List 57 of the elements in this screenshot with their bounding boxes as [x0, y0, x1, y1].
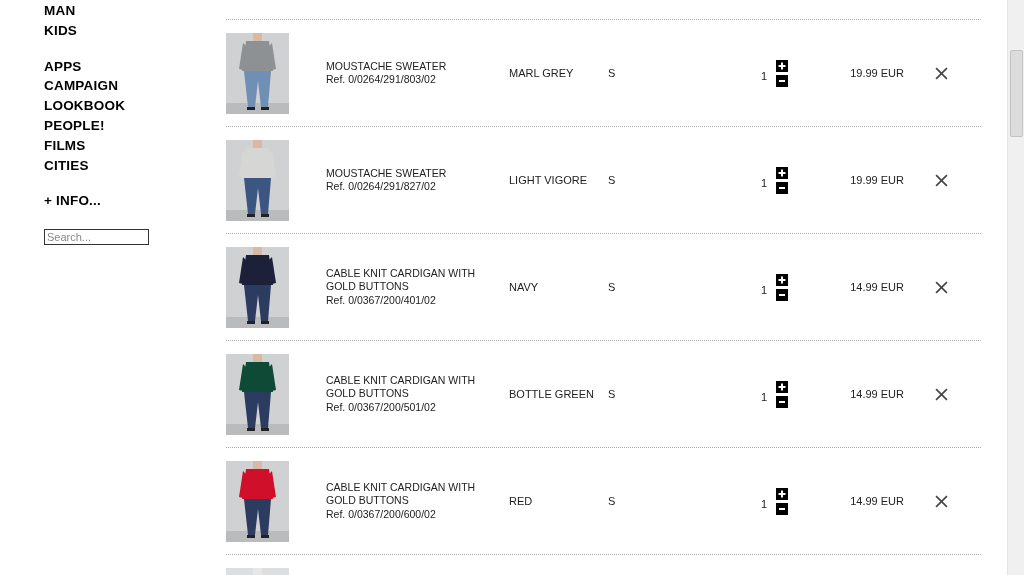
colour-text: MARL GREY	[509, 67, 574, 79]
product-ref: Ref. 0/0264/291/803/02	[326, 73, 437, 87]
amount-text: 14.99 EUR	[850, 388, 904, 400]
plus-icon[interactable]	[776, 380, 788, 393]
close-icon[interactable]	[935, 387, 948, 401]
minus-icon[interactable]	[776, 288, 788, 301]
product-ref: Ref. 0/0264/291/827/02	[326, 180, 437, 194]
plus-icon[interactable]	[776, 166, 788, 179]
nav-link[interactable]: APPS	[44, 56, 226, 77]
nav-link[interactable]: FILMS	[44, 135, 226, 156]
quantity-text: 1	[760, 177, 767, 189]
nav-link[interactable]: PEOPLE!	[44, 116, 226, 136]
close-icon[interactable]	[935, 66, 948, 80]
plus-icon[interactable]	[776, 487, 788, 500]
search-field[interactable]: Search...	[44, 229, 149, 246]
minus-icon[interactable]	[776, 395, 788, 408]
size-text: S	[608, 388, 616, 400]
quantity-text: 1	[760, 391, 767, 403]
scrollbar-thumb[interactable]	[1010, 50, 1023, 137]
amount-text: 14.99 EUR	[850, 281, 904, 293]
minus-icon[interactable]	[776, 74, 788, 87]
close-icon[interactable]	[935, 494, 948, 508]
plus-icon[interactable]	[776, 273, 788, 286]
quantity-text: 1	[760, 498, 767, 510]
plus-icon[interactable]	[776, 59, 788, 72]
colour-text: BOTTLE GREEN	[509, 388, 594, 400]
product-name: CABLE KNIT CARDIGAN WITH GOLD BUTTONS	[326, 480, 477, 508]
nav-link[interactable]: MAN	[44, 1, 226, 21]
minus-icon[interactable]	[776, 181, 788, 194]
nav-link[interactable]: + INFO...	[44, 191, 226, 212]
amount-text: 19.99 EUR	[850, 67, 904, 79]
product-name: MOUSTACHE SWEATER	[326, 59, 448, 73]
colour-text: RED	[509, 495, 533, 507]
nav-link[interactable]: CAMPAIGN	[44, 76, 226, 97]
size-text: S	[608, 281, 616, 293]
size-text: S	[608, 67, 616, 79]
quantity-text: 1	[760, 284, 767, 296]
close-icon[interactable]	[935, 280, 948, 294]
quantity-text: 1	[760, 70, 767, 82]
product-ref: Ref. 0/0367/200/401/02	[326, 293, 437, 308]
minus-icon[interactable]	[776, 502, 788, 515]
product-name: CABLE KNIT CARDIGAN WITH GOLD BUTTONS	[326, 266, 477, 294]
scrollbar[interactable]	[1007, 0, 1024, 575]
size-text: S	[608, 174, 616, 186]
nav-link[interactable]: KIDS	[44, 20, 226, 41]
colour-text: NAVY	[509, 281, 539, 293]
size-text: S	[608, 495, 616, 507]
colour-text: LIGHT VIGORE	[509, 174, 588, 186]
product-name: CABLE KNIT CARDIGAN WITH GOLD BUTTONS	[326, 373, 477, 401]
product-ref: Ref. 0/0367/200/501/02	[326, 400, 437, 415]
amount-text: 14.99 EUR	[850, 495, 904, 507]
product-ref: Ref. 0/0367/200/600/02	[326, 507, 437, 522]
close-icon[interactable]	[935, 173, 948, 187]
nav-link[interactable]: CITIES	[44, 155, 226, 176]
amount-text: 19.99 EUR	[850, 174, 904, 186]
product-name: MOUSTACHE SWEATER	[326, 166, 448, 180]
nav-link[interactable]: LOOKBOOK	[44, 96, 226, 116]
